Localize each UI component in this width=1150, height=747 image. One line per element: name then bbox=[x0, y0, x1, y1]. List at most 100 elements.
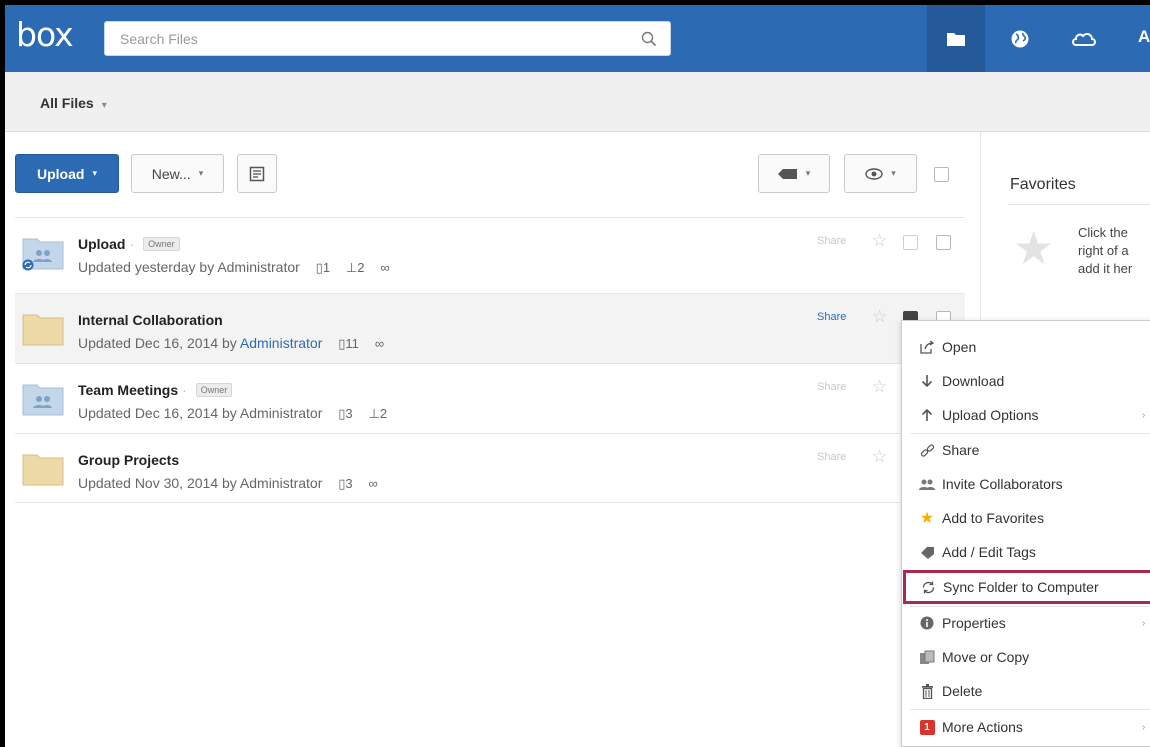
collaborator-count: ⊥2 bbox=[345, 260, 365, 275]
person-icon: ⊥ bbox=[368, 406, 380, 421]
file-count: ▯3 bbox=[338, 476, 353, 491]
favorites-hint: Click the right of a add it her bbox=[1078, 225, 1133, 276]
favorites-title: Favorites bbox=[1010, 176, 1076, 193]
star-icon: ★ bbox=[1013, 222, 1055, 274]
sync-icon bbox=[920, 579, 936, 595]
chevron-right-icon: › bbox=[1142, 721, 1146, 733]
chevron-down-icon: ▾ bbox=[92, 168, 97, 178]
menu-item-add-to-favorites[interactable]: ★ Add to Favorites bbox=[902, 501, 1150, 535]
view-options-button[interactable]: ▾ bbox=[844, 154, 917, 193]
star-icon[interactable]: ☆ bbox=[872, 377, 887, 397]
search-input[interactable] bbox=[105, 22, 670, 55]
trash-icon bbox=[919, 683, 935, 699]
context-menu: Open Download Upload Options › Share Invi… bbox=[901, 320, 1150, 747]
file-meta: Updated Dec 16, 2014 by Administrator ▯3… bbox=[78, 405, 388, 421]
file-count: ▯3 bbox=[338, 406, 353, 421]
download-arrow-icon bbox=[919, 373, 935, 389]
table-row[interactable]: Group Projects Updated Nov 30, 2014 by A… bbox=[15, 433, 965, 503]
file-count: ▯11 bbox=[338, 336, 359, 351]
folder-icon bbox=[22, 314, 64, 346]
move-copy-icon bbox=[919, 649, 935, 665]
updated-by: Administrator bbox=[217, 259, 300, 275]
person-icon: ⊥ bbox=[345, 260, 358, 275]
menu-item-move-or-copy[interactable]: Move or Copy bbox=[902, 640, 1150, 674]
search-icon[interactable] bbox=[641, 31, 657, 47]
shared-link-icon: ∞ bbox=[368, 476, 378, 491]
nav-tab-files[interactable] bbox=[927, 5, 985, 72]
updated-by: Administrator bbox=[239, 475, 323, 491]
more-actions-icon: 1 bbox=[919, 719, 935, 735]
menu-item-delete[interactable]: Delete bbox=[902, 674, 1150, 708]
account-menu-label[interactable]: A bbox=[1138, 27, 1150, 47]
table-row[interactable]: Upload · Owner Updated yesterday by Admini… bbox=[15, 217, 965, 287]
star-icon: ★ bbox=[919, 510, 935, 527]
file-meta: Updated Nov 30, 2014 by Administrator ▯3… bbox=[78, 475, 378, 491]
file-name[interactable]: Internal Collaboration bbox=[78, 312, 223, 328]
shared-folder-icon bbox=[22, 384, 64, 416]
chevron-down-icon: ▾ bbox=[805, 168, 811, 178]
owner-badge: Owner bbox=[143, 237, 180, 251]
share-link[interactable]: Share bbox=[817, 235, 846, 247]
new-button[interactable]: New... ▾ bbox=[131, 154, 224, 193]
more-options-button[interactable] bbox=[903, 235, 918, 250]
more-actions-badge: 1 bbox=[919, 719, 935, 735]
owner-badge: Owner bbox=[195, 383, 233, 397]
row-checkbox[interactable] bbox=[936, 235, 951, 250]
nav-tab-web[interactable] bbox=[991, 5, 1049, 72]
file-count-icon: ▯ bbox=[315, 260, 323, 275]
nav-tab-sync[interactable] bbox=[1055, 5, 1113, 72]
star-icon[interactable]: ☆ bbox=[872, 447, 887, 467]
file-name[interactable]: Group Projects bbox=[78, 452, 179, 468]
breadcrumb-all-files[interactable]: All Files bbox=[40, 95, 94, 111]
note-button[interactable] bbox=[237, 154, 277, 193]
share-link[interactable]: Share bbox=[817, 381, 846, 393]
eye-icon bbox=[865, 167, 883, 180]
share-link[interactable]: Share bbox=[817, 451, 846, 463]
link-icon bbox=[919, 442, 935, 458]
chevron-down-icon: ▾ bbox=[891, 168, 896, 178]
shared-link-icon: ∞ bbox=[374, 336, 385, 351]
globe-icon bbox=[1011, 30, 1029, 47]
chevron-right-icon: › bbox=[1142, 409, 1146, 421]
file-meta: Updated yesterday by Administrator ▯1 ⊥2… bbox=[78, 259, 390, 275]
menu-item-upload-options[interactable]: Upload Options › bbox=[902, 398, 1150, 432]
menu-item-download[interactable]: Download bbox=[902, 364, 1150, 398]
upload-button[interactable]: Upload ▾ bbox=[15, 154, 119, 193]
select-all-checkbox[interactable] bbox=[934, 167, 949, 182]
file-meta: Updated Dec 16, 2014 by Administrator ▯1… bbox=[78, 335, 385, 351]
cloud-icon bbox=[1072, 32, 1096, 46]
folder-icon bbox=[947, 33, 965, 46]
divider bbox=[1008, 204, 1150, 205]
tag-icon bbox=[919, 544, 935, 560]
updated-by: Administrator bbox=[239, 405, 323, 421]
menu-item-invite-collaborators[interactable]: Invite Collaborators bbox=[902, 467, 1150, 501]
menu-item-more-actions[interactable]: 1 More Actions › bbox=[902, 710, 1150, 744]
tag-icon bbox=[777, 168, 797, 179]
collaborators-icon bbox=[919, 476, 935, 492]
chevron-down-icon[interactable]: ▾ bbox=[102, 100, 107, 111]
menu-item-sync-folder-to-computer[interactable]: Sync Folder to Computer bbox=[903, 570, 1150, 604]
file-name[interactable]: Upload · Owner bbox=[78, 236, 180, 252]
updated-by-link[interactable]: Administrator bbox=[240, 335, 322, 351]
table-row[interactable]: Team Meetings · Owner Updated Dec 16, 2014… bbox=[15, 363, 965, 433]
info-icon bbox=[919, 615, 935, 631]
menu-item-share[interactable]: Share bbox=[902, 433, 1150, 467]
breadcrumb[interactable]: All Files ▾ bbox=[40, 95, 107, 111]
breadcrumb-bar: All Files ▾ bbox=[5, 72, 1150, 132]
menu-item-properties[interactable]: Properties › bbox=[902, 606, 1150, 640]
tag-filter-button[interactable]: ▾ bbox=[758, 154, 830, 193]
share-link[interactable]: Share bbox=[817, 311, 846, 323]
note-icon bbox=[249, 166, 265, 181]
top-navigation-bar: box A bbox=[5, 5, 1150, 72]
star-icon[interactable]: ☆ bbox=[872, 231, 887, 251]
table-row[interactable]: Internal Collaboration Updated Dec 16, 2… bbox=[15, 293, 965, 363]
star-icon[interactable]: ☆ bbox=[872, 307, 887, 327]
menu-item-add-edit-tags[interactable]: Add / Edit Tags bbox=[902, 535, 1150, 569]
menu-item-open[interactable]: Open bbox=[902, 330, 1150, 364]
file-name[interactable]: Team Meetings · Owner bbox=[78, 382, 233, 398]
search-box[interactable] bbox=[104, 21, 671, 56]
chevron-right-icon: › bbox=[1142, 617, 1146, 629]
open-external-icon bbox=[919, 339, 935, 355]
box-logo[interactable]: box bbox=[16, 17, 74, 53]
shared-link-icon: ∞ bbox=[380, 260, 390, 275]
